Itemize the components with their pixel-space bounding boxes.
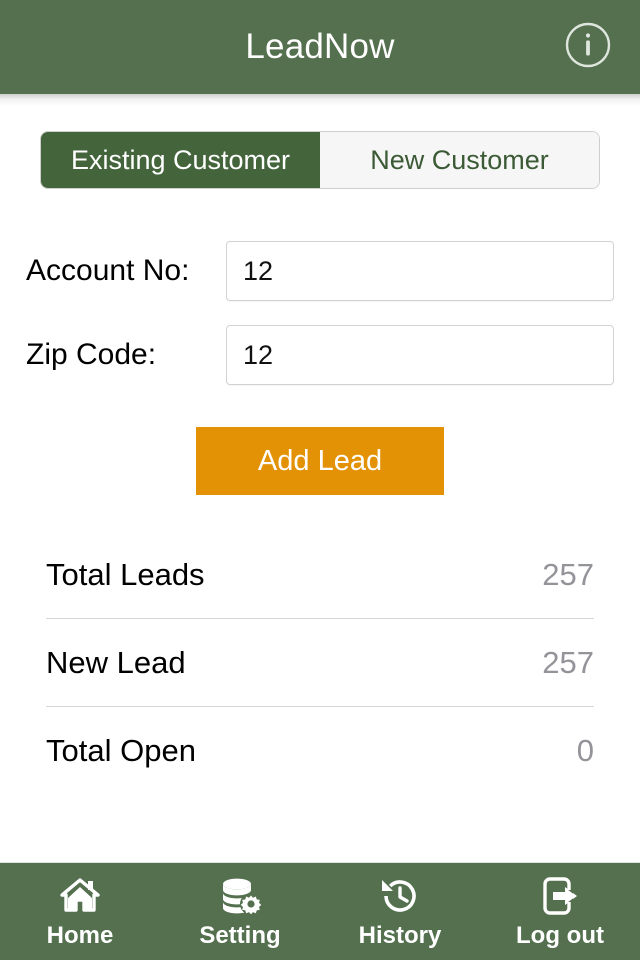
stats-list: Total Leads 257 New Lead 257 Total Open … [46,531,594,795]
account-no-input[interactable] [226,241,614,301]
database-gear-icon [218,874,262,918]
info-button[interactable] [562,21,614,73]
segment-new-customer-label: New Customer [370,144,549,175]
zip-code-label: Zip Code: [26,338,157,371]
stat-value-total-open: 0 [576,733,594,768]
form-row-zip-code: Zip Code: [0,325,640,385]
app-screen: LeadNow Existing Customer New Customer A… [0,0,640,960]
stat-row-total-open: Total Open 0 [46,707,594,795]
bottom-tab-bar: Home Setting History Log out [0,862,640,960]
tab-setting[interactable]: Setting [160,863,320,960]
segment-existing-customer-label: Existing Customer [70,144,291,175]
header-shadow [0,94,640,106]
tab-logout-label: Log out [516,921,604,949]
stat-label-total-open: Total Open [46,733,196,768]
add-lead-button-wrapper: Add Lead [0,427,640,495]
stat-label-total-leads: Total Leads [46,556,205,592]
app-header: LeadNow [0,0,640,94]
tab-history-label: History [358,921,442,949]
info-circle-icon [564,21,612,74]
clock-rewind-icon [378,874,422,918]
customer-type-segmented-control[interactable]: Existing Customer New Customer [40,131,600,189]
tab-setting-label: Setting [199,921,281,949]
lead-form: Account No: Zip Code: [0,241,640,385]
main-content: Existing Customer New Customer Account N… [0,106,640,862]
stat-label-new-lead: New Lead [46,644,186,680]
segment-new-customer[interactable]: New Customer [320,132,599,188]
form-row-account-no: Account No: [0,241,640,301]
add-lead-button[interactable]: Add Lead [196,427,444,495]
stat-row-total-leads: Total Leads 257 [46,531,594,619]
stat-value-new-lead: 257 [542,644,594,680]
tab-home[interactable]: Home [0,863,160,960]
segment-existing-customer[interactable]: Existing Customer [41,132,320,188]
stat-row-new-lead: New Lead 257 [46,619,594,707]
home-icon [58,874,102,918]
page-title: LeadNow [245,27,395,66]
tab-home-label: Home [46,921,114,949]
tab-logout[interactable]: Log out [480,863,640,960]
zip-code-input[interactable] [226,325,614,385]
account-no-label: Account No: [26,254,190,287]
stat-value-total-leads: 257 [542,556,594,592]
tab-history[interactable]: History [320,863,480,960]
logout-arrow-icon [538,874,582,918]
